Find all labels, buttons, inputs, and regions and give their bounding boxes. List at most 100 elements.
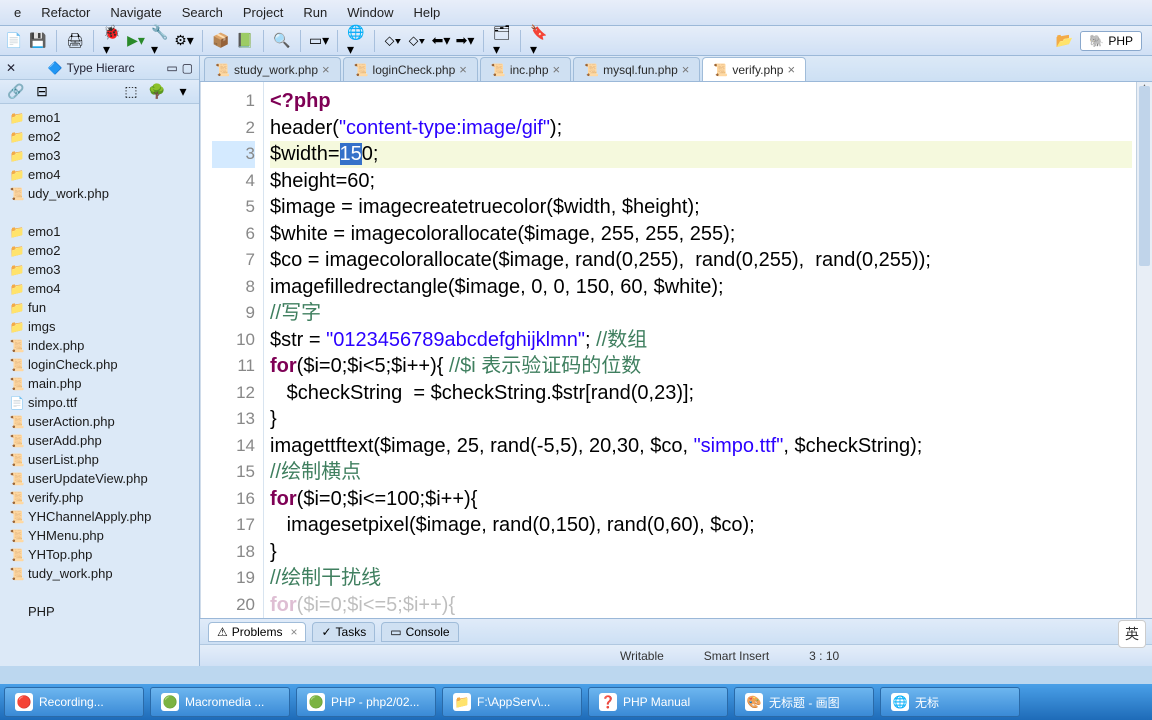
bottom-tab[interactable]: ⚠Problems× xyxy=(208,622,306,642)
open-perspective-icon[interactable]: 📂 xyxy=(1054,31,1074,51)
tree-item[interactable]: 📜main.php xyxy=(0,374,199,393)
close-icon[interactable]: × xyxy=(459,62,467,77)
tree-item[interactable]: 📜YHMenu.php xyxy=(0,526,199,545)
taskbar-button[interactable]: 🌐无标 xyxy=(880,687,1020,717)
taskbar-button[interactable]: 🟢PHP - php2/02... xyxy=(296,687,436,717)
code-line[interactable]: header("content-type:image/gif"); xyxy=(270,115,1132,142)
perspective-button[interactable]: 🐘 PHP xyxy=(1080,31,1142,51)
code-line[interactable]: $white = imagecolorallocate($image, 255,… xyxy=(270,221,1132,248)
taskbar-button[interactable]: 🔴Recording... xyxy=(4,687,144,717)
menu-item[interactable]: Refactor xyxy=(31,3,100,22)
minimize-icon[interactable]: ▭ xyxy=(166,61,177,75)
tree-item[interactable]: 📜userAdd.php xyxy=(0,431,199,450)
fwd-icon[interactable]: ➡▾ xyxy=(455,31,475,51)
link-icon[interactable]: 🔗 xyxy=(6,82,26,102)
tree-item[interactable]: 📜tudy_work.php xyxy=(0,564,199,583)
editor-tab[interactable]: 📜loginCheck.php× xyxy=(343,57,478,81)
editor-tab[interactable]: 📜study_work.php× xyxy=(204,57,341,81)
code-line[interactable]: $height=60; xyxy=(270,168,1132,195)
code-line[interactable]: $image = imagecreatetruecolor($width, $h… xyxy=(270,194,1132,221)
code-line[interactable]: for($i=0;$i<=100;$i++){ xyxy=(270,486,1132,513)
tree-item[interactable]: 📁emo4 xyxy=(0,165,199,184)
scroll-thumb[interactable] xyxy=(1139,86,1150,266)
code-line[interactable]: } xyxy=(270,539,1132,566)
tree-item[interactable]: 📜loginCheck.php xyxy=(0,355,199,374)
debug-icon[interactable]: 🐞▾ xyxy=(102,31,122,51)
maximize-icon[interactable]: ▢ xyxy=(182,61,193,75)
external-icon[interactable]: 🔧▾ xyxy=(150,31,170,51)
bookmark-icon[interactable]: 🔖▾ xyxy=(529,31,549,51)
close-icon[interactable]: × xyxy=(553,62,561,77)
code-line[interactable]: $co = imagecolorallocate($image, rand(0,… xyxy=(270,247,1132,274)
close-view-icon[interactable]: ✕ xyxy=(6,61,16,75)
code-line[interactable]: //绘制横点 xyxy=(270,459,1132,486)
project-tree[interactable]: 📁emo1📁emo2📁emo3📁emo4📜udy_work.php📁emo1📁e… xyxy=(0,104,199,666)
print-icon[interactable]: 🖨 xyxy=(65,31,85,51)
menu-item[interactable]: Project xyxy=(233,3,293,22)
code-line[interactable]: $width=150; xyxy=(270,141,1132,168)
close-icon[interactable]: × xyxy=(682,62,690,77)
taskbar-button[interactable]: 🎨无标题 - 画图 xyxy=(734,687,874,717)
tree-item[interactable]: 📜YHTop.php xyxy=(0,545,199,564)
taskbar-button[interactable]: 🟢Macromedia ... xyxy=(150,687,290,717)
code-line[interactable]: imagettftext($image, 25, rand(-5,5), 20,… xyxy=(270,433,1132,460)
nav2-icon[interactable]: ⬦▾ xyxy=(407,31,427,51)
bottom-tab[interactable]: ✓Tasks xyxy=(312,622,375,642)
code-line[interactable]: //写字 xyxy=(270,300,1132,327)
menu-item[interactable]: Window xyxy=(337,3,403,22)
tree-item[interactable]: 📜YHChannelApply.php xyxy=(0,507,199,526)
tree-item[interactable]: 📁emo3 xyxy=(0,146,199,165)
search-icon[interactable]: 🔍 xyxy=(272,31,292,51)
code-line[interactable]: $checkString = $checkString.$str[rand(0,… xyxy=(270,380,1132,407)
menu-item[interactable]: Run xyxy=(293,3,337,22)
code-lines[interactable]: <?phpheader("content-type:image/gif");$w… xyxy=(264,82,1136,618)
tree-item[interactable]: 📁emo2 xyxy=(0,241,199,260)
menu-icon[interactable]: ▾ xyxy=(173,82,193,102)
collapse-icon[interactable]: ⊟ xyxy=(32,82,52,102)
profile-icon[interactable]: ⚙▾ xyxy=(174,31,194,51)
close-icon[interactable]: × xyxy=(290,625,297,639)
tree-item[interactable]: 📁fun xyxy=(0,298,199,317)
sort-icon[interactable]: ⬚ xyxy=(121,82,141,102)
code-line[interactable]: } xyxy=(270,406,1132,433)
tree-item[interactable]: 📜userAction.php xyxy=(0,412,199,431)
tree-item[interactable]: 📜verify.php xyxy=(0,488,199,507)
tree-item[interactable]: 📄simpo.ttf xyxy=(0,393,199,412)
tree-item[interactable]: 📜userList.php xyxy=(0,450,199,469)
code-line[interactable]: for($i=0;$i<5;$i++){ //$i 表示验证码的位数 xyxy=(270,353,1132,380)
tree-item[interactable]: 📁emo1 xyxy=(0,108,199,127)
bottom-tab[interactable]: ▭Console xyxy=(381,622,458,642)
tree-item[interactable]: 📜udy_work.php xyxy=(0,184,199,203)
tree-item[interactable]: 📜index.php xyxy=(0,336,199,355)
save-icon[interactable]: 💾 xyxy=(28,31,48,51)
code-line[interactable]: //绘制干扰线 xyxy=(270,565,1132,592)
vertical-scrollbar[interactable]: ▲ xyxy=(1136,82,1152,618)
new-package-icon[interactable]: 📦 xyxy=(211,31,231,51)
tree-item[interactable]: 📁emo2 xyxy=(0,127,199,146)
tree-item[interactable]: 📁emo1 xyxy=(0,222,199,241)
run-icon[interactable]: ▶▾ xyxy=(126,31,146,51)
window-icon[interactable]: ▭▾ xyxy=(309,31,329,51)
code-line[interactable]: for($i=0;$i<=5;$i++){ xyxy=(270,592,1132,619)
close-icon[interactable]: × xyxy=(787,62,795,77)
back-icon[interactable]: ⬅▾ xyxy=(431,31,451,51)
code-line[interactable]: <?php xyxy=(270,88,1132,115)
nav-icon[interactable]: ⬦▾ xyxy=(383,31,403,51)
task-icon[interactable]: 🗂▾ xyxy=(492,31,512,51)
new-icon[interactable]: 📄 xyxy=(4,31,24,51)
editor-tab[interactable]: 📜mysql.fun.php× xyxy=(573,57,700,81)
menu-item[interactable]: e xyxy=(4,3,31,22)
tree-item[interactable] xyxy=(0,203,199,222)
menu-item[interactable]: Search xyxy=(172,3,233,22)
menu-item[interactable]: Navigate xyxy=(100,3,171,22)
code-line[interactable]: imagefilledrectangle($image, 0, 0, 150, … xyxy=(270,274,1132,301)
close-icon[interactable]: × xyxy=(322,62,330,77)
editor-tab[interactable]: 📜verify.php× xyxy=(702,57,806,81)
new-class-icon[interactable]: 📗 xyxy=(235,31,255,51)
tree-item[interactable]: 📜userUpdateView.php xyxy=(0,469,199,488)
tree-item[interactable]: 📁emo3 xyxy=(0,260,199,279)
tree-item[interactable]: PHP xyxy=(0,602,199,621)
taskbar-button[interactable]: ❓PHP Manual xyxy=(588,687,728,717)
ime-indicator[interactable]: 英 xyxy=(1118,620,1146,648)
editor-tab[interactable]: 📜inc.php× xyxy=(480,57,571,81)
